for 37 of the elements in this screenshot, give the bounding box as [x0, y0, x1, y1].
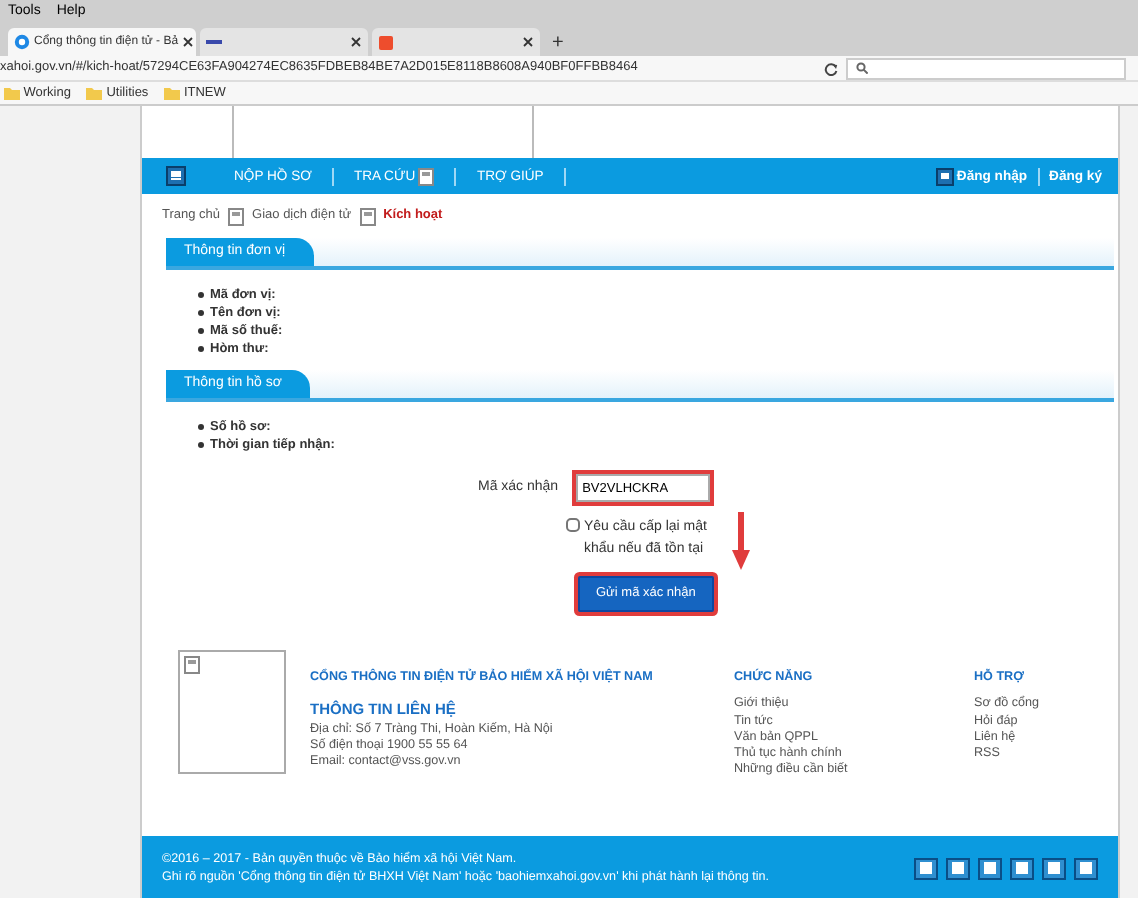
image-icon	[1080, 862, 1092, 874]
close-icon[interactable]	[350, 36, 362, 48]
dash-icon	[206, 34, 222, 50]
image-icon	[952, 862, 964, 874]
folder-icon	[86, 86, 103, 100]
folder-icon	[4, 86, 20, 100]
close-icon[interactable]	[522, 36, 534, 48]
separator-icon	[228, 207, 245, 225]
reload-icon[interactable]	[824, 61, 838, 75]
bullet-icon	[198, 328, 204, 334]
image-icon	[920, 862, 932, 874]
social-icon[interactable]	[978, 857, 1002, 879]
folder-icon	[164, 86, 181, 100]
social-icon[interactable]	[946, 857, 970, 879]
social-icon[interactable]	[914, 857, 938, 879]
image-icon	[184, 656, 200, 674]
home-icon[interactable]	[166, 166, 186, 186]
browser-tab[interactable]	[200, 28, 368, 56]
social-icon[interactable]	[1010, 857, 1034, 879]
search-icon	[856, 62, 868, 74]
close-icon[interactable]	[182, 36, 195, 48]
bullet-icon	[198, 424, 204, 430]
bullet-icon	[198, 292, 204, 298]
image-icon	[1048, 862, 1060, 874]
checkbox[interactable]	[566, 518, 580, 532]
arrow-drawing	[732, 512, 750, 570]
bullet-icon	[198, 442, 204, 448]
image-icon	[1016, 862, 1028, 874]
social-icon[interactable]	[1042, 857, 1066, 879]
new-tab-button[interactable]: +	[544, 32, 572, 56]
bullet-icon	[198, 346, 204, 352]
separator-icon	[359, 207, 376, 225]
social-icon[interactable]	[1074, 857, 1098, 879]
image-icon	[984, 862, 996, 874]
bullet-icon	[198, 310, 204, 316]
image-icon	[418, 167, 435, 185]
search-field[interactable]	[846, 57, 1126, 79]
